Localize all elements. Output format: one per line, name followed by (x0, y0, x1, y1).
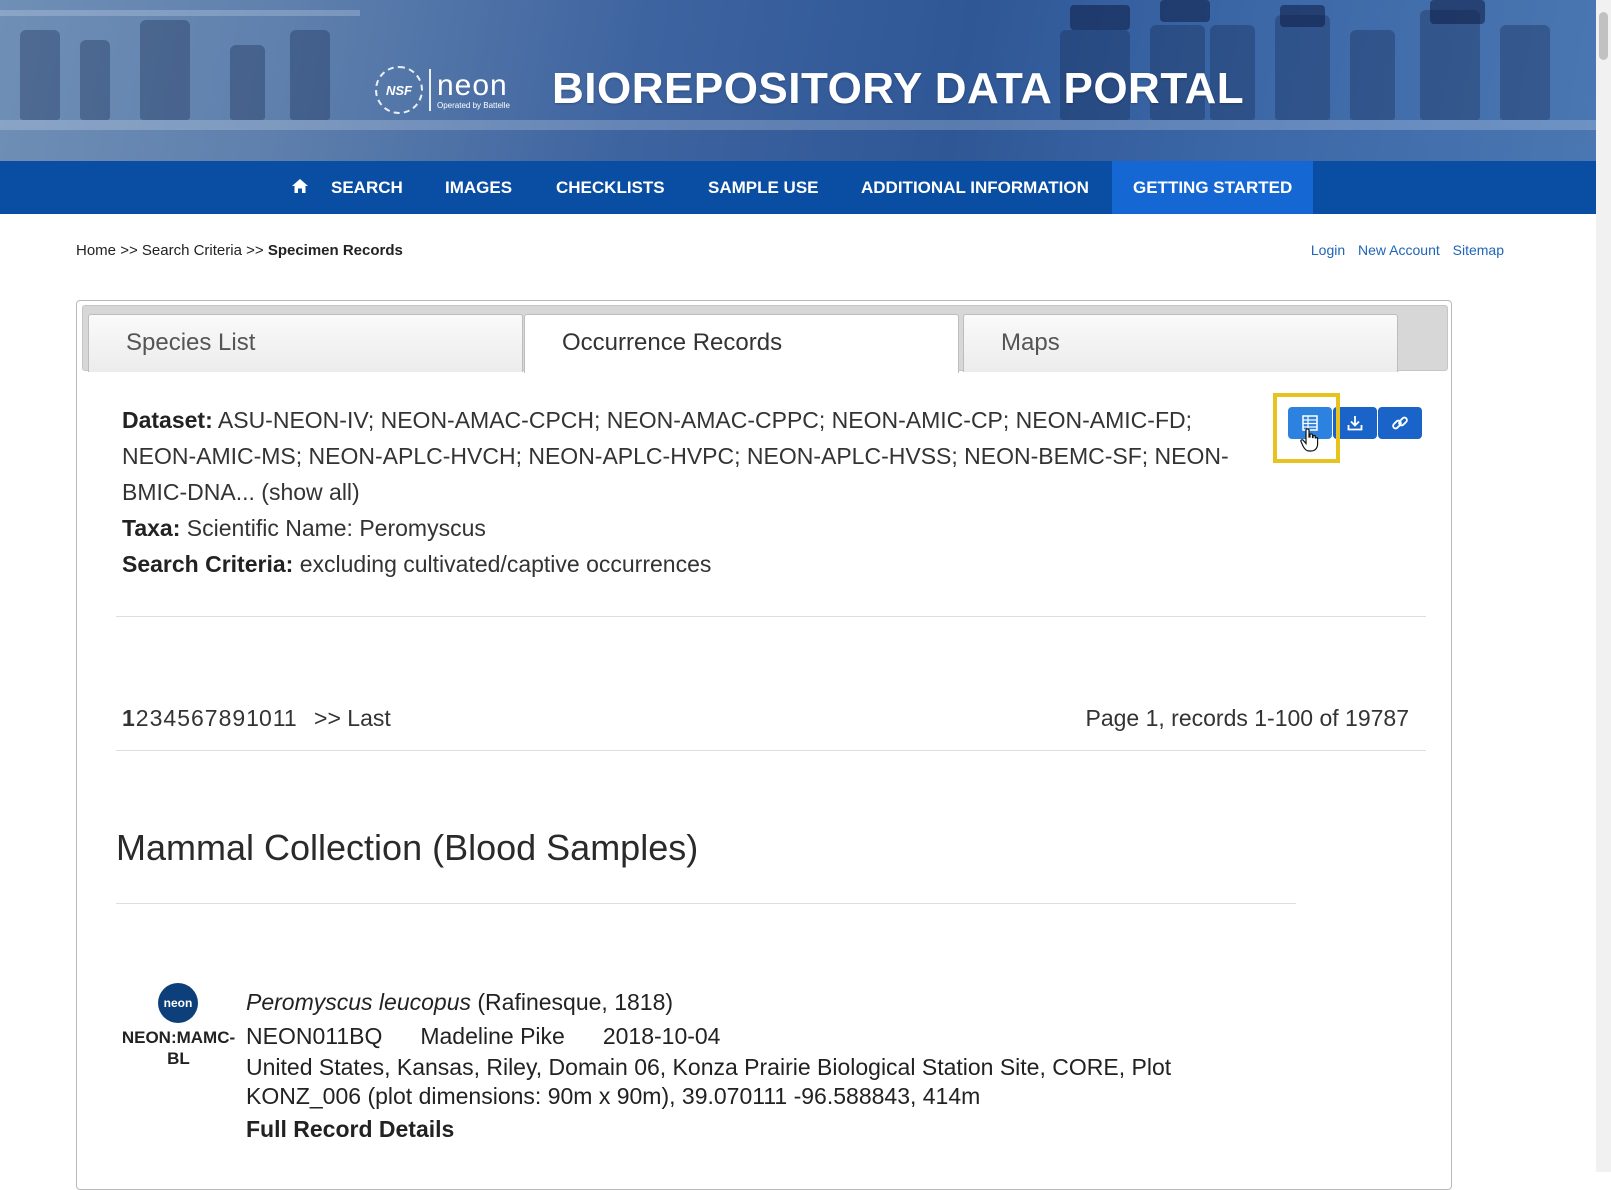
locality: United States, Kansas, Riley, Domain 06,… (246, 1054, 1172, 1109)
page-scrollbar[interactable] (1596, 0, 1611, 1172)
nav-checklists[interactable]: CHECKLISTS (552, 161, 669, 214)
dataset-line: Dataset: ASU-NEON-IV; NEON-AMAC-CPCH; NE… (122, 402, 1272, 510)
link-icon (1392, 416, 1408, 430)
nav-sample-use[interactable]: SAMPLE USE (704, 161, 823, 214)
divider (116, 750, 1426, 751)
taxa-line: Taxa: Scientific Name: Peromyscus (122, 510, 1272, 546)
record-taxon: Peromyscus leucopus (Rafinesque, 1818) (246, 985, 1266, 1019)
header-banner: NSF neon Operated by Battelle BIOREPOSIT… (0, 0, 1596, 161)
event-date: 2018-10-04 (602, 1023, 721, 1049)
collector: Madeline Pike (420, 1023, 565, 1049)
taxon-author: (Rafinesque, 1818) (477, 989, 674, 1015)
tab-maps[interactable]: Maps (963, 314, 1398, 372)
scientific-name: Peromyscus leucopus (246, 989, 471, 1015)
page-link[interactable]: 10 (246, 705, 272, 731)
neon-logo[interactable]: NSF neon Operated by Battelle (375, 66, 510, 114)
page-last-link[interactable]: >> Last (314, 705, 391, 731)
neon-subtitle: Operated by Battelle (437, 100, 510, 110)
record-item: Peromyscus leucopus (Rafinesque, 1818) N… (246, 985, 1266, 1146)
download-icon (1347, 416, 1363, 431)
show-all-link[interactable]: (show all) (261, 479, 359, 505)
portal-title: BIOREPOSITORY DATA PORTAL (552, 64, 1245, 113)
criteria-line: Search Criteria: excluding cultivated/ca… (122, 546, 1272, 582)
breadcrumb-current: Specimen Records (267, 242, 403, 259)
dataset-label: Dataset: (122, 407, 213, 433)
divider (116, 903, 1296, 904)
top-links: Login New Account Sitemap (1302, 242, 1504, 258)
neon-wordmark: neon (437, 68, 508, 102)
breadcrumb-separator: >> (246, 242, 264, 259)
collection-code: NEON:MAMC-BL (121, 1028, 236, 1068)
nsf-logo: NSF (375, 66, 423, 114)
record-meta: NEON011BQ Madeline Pike 2018-10-04 (246, 1019, 1266, 1053)
breadcrumb-search-criteria[interactable]: Search Criteria (142, 242, 242, 259)
taxa-value: Scientific Name: Peromyscus (186, 515, 486, 541)
page-link[interactable]: 9 (232, 705, 245, 731)
search-summary: Dataset: ASU-NEON-IV; NEON-AMAC-CPCH; NE… (122, 402, 1272, 582)
divider (116, 616, 1426, 617)
page-current: 1 (122, 705, 135, 731)
catalog-number: NEON011BQ (246, 1023, 383, 1049)
collection-logo: neon (158, 983, 198, 1023)
home-icon[interactable] (292, 179, 308, 193)
pagination: 1234567891011 >> Last (122, 705, 392, 732)
page-link[interactable]: 2 (136, 705, 149, 731)
login-link[interactable]: Login (1311, 242, 1345, 258)
nav-getting-started[interactable]: GETTING STARTED (1112, 161, 1314, 214)
breadcrumb-home[interactable]: Home (76, 242, 116, 259)
new-account-link[interactable]: New Account (1358, 242, 1440, 258)
page-link[interactable]: 6 (191, 705, 204, 731)
page-link[interactable]: 11 (273, 705, 297, 731)
criteria-value: excluding cultivated/captive occurrences (299, 551, 712, 577)
scrollbar-thumb[interactable] (1599, 12, 1608, 60)
hand-cursor-icon (1300, 428, 1319, 452)
page-link[interactable]: 5 (177, 705, 190, 731)
full-record-details-link[interactable]: Full Record Details (246, 1112, 1266, 1146)
nav-images[interactable]: IMAGES (441, 161, 516, 214)
nav-search[interactable]: SEARCH (327, 161, 407, 214)
tab-occurrence-records[interactable]: Occurrence Records (524, 314, 959, 373)
page-info: Page 1, records 1-100 of 19787 (1085, 705, 1409, 731)
sitemap-link[interactable]: Sitemap (1453, 242, 1504, 258)
main-nav: SEARCH IMAGES CHECKLISTS SAMPLE USE ADDI… (0, 161, 1596, 214)
copy-link-button[interactable] (1378, 407, 1422, 439)
page-link[interactable]: 4 (163, 705, 176, 731)
page-link[interactable]: 3 (150, 705, 163, 731)
tab-species-list[interactable]: Species List (88, 314, 523, 372)
logo-divider (429, 69, 431, 111)
nav-additional-information[interactable]: ADDITIONAL INFORMATION (857, 161, 1093, 214)
collection-title: Mammal Collection (Blood Samples) (116, 827, 699, 868)
page-link[interactable]: 8 (219, 705, 232, 731)
taxa-label: Taxa: (122, 515, 181, 541)
breadcrumb: Home >> Search Criteria >> Specimen Reco… (76, 242, 403, 259)
breadcrumb-separator: >> (120, 242, 138, 259)
page-link[interactable]: 7 (205, 705, 218, 731)
criteria-label: Search Criteria: (122, 551, 294, 577)
